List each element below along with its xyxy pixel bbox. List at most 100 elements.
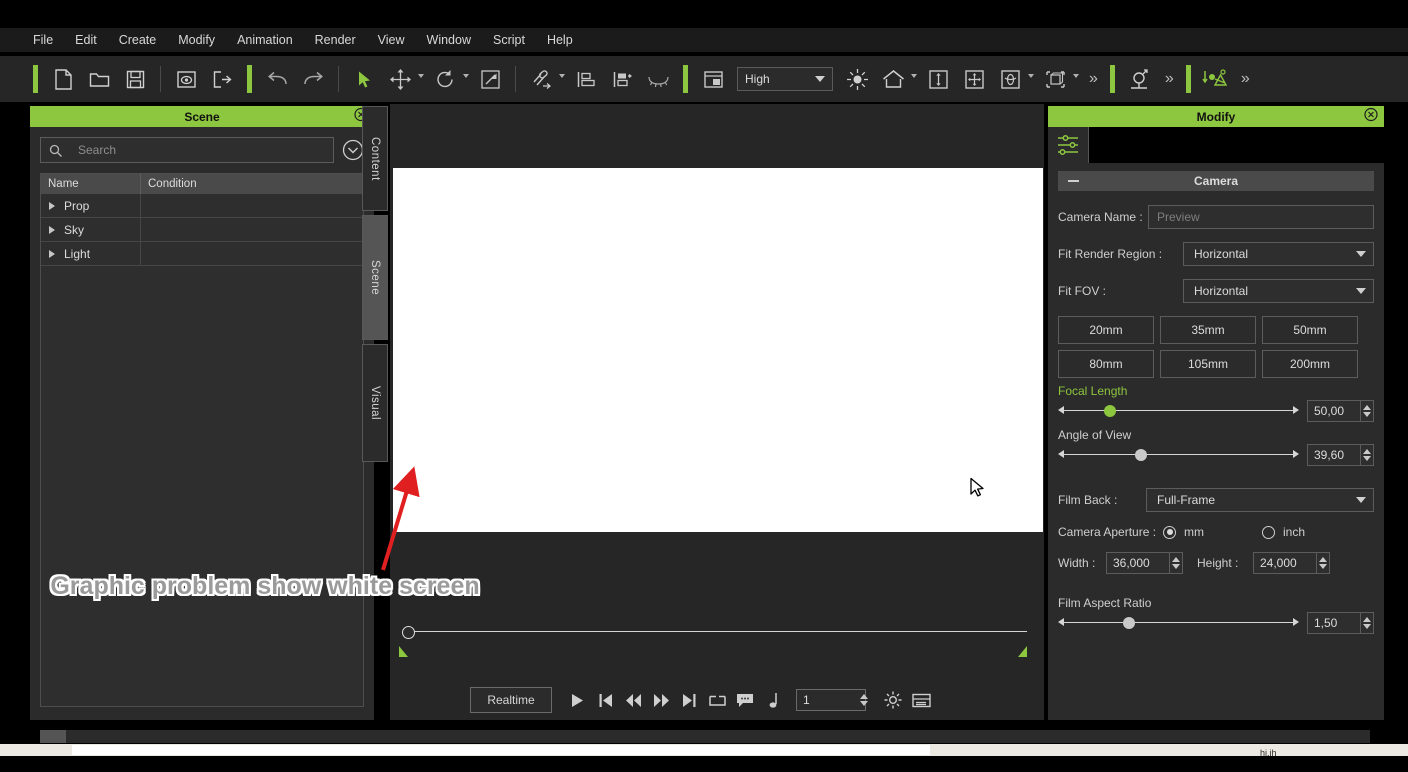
stepper-down-icon[interactable]: [1363, 412, 1371, 417]
aperture-unit-inch-radio[interactable]: [1262, 525, 1275, 539]
focal-preset-35mm[interactable]: 35mm: [1160, 316, 1256, 344]
undo-icon[interactable]: [262, 64, 292, 94]
menu-item-view[interactable]: View: [367, 30, 416, 50]
stepper-up-icon[interactable]: [1363, 617, 1371, 622]
aperture-unit-mm-radio[interactable]: [1163, 525, 1176, 539]
scene-item-light[interactable]: Light: [41, 242, 141, 265]
toolbar-overflow-chevron[interactable]: »: [1082, 70, 1103, 88]
focal-length-input[interactable]: 50,00: [1307, 400, 1361, 422]
expand-triangle-icon[interactable]: [49, 201, 55, 210]
scene-tree-empty-area[interactable]: [40, 266, 364, 707]
rotate-tool-icon[interactable]: [430, 64, 460, 94]
table-row[interactable]: Light: [41, 242, 363, 266]
stepper-up-icon[interactable]: [1319, 557, 1327, 562]
width-stepper[interactable]: [1170, 552, 1183, 574]
scale-tool-icon[interactable]: [475, 64, 505, 94]
select-cursor-icon[interactable]: [349, 64, 379, 94]
menu-item-modify[interactable]: Modify: [167, 30, 226, 50]
link-tool-icon[interactable]: [526, 64, 556, 94]
redo-icon[interactable]: [298, 64, 328, 94]
table-row[interactable]: Sky: [41, 218, 363, 242]
film-aspect-ratio-input[interactable]: 1,50: [1307, 612, 1361, 634]
stepper-down-icon[interactable]: [1319, 564, 1327, 569]
focal-preset-80mm[interactable]: 80mm: [1058, 350, 1154, 378]
menu-item-create[interactable]: Create: [108, 30, 168, 50]
skip-start-icon[interactable]: [592, 688, 618, 712]
tab-attributes[interactable]: [1048, 127, 1089, 163]
scene-item-sky[interactable]: Sky: [41, 218, 141, 241]
height-input[interactable]: 24,000: [1253, 552, 1317, 574]
focal-preset-105mm[interactable]: 105mm: [1160, 350, 1256, 378]
fit-render-region-select[interactable]: Horizontal: [1183, 242, 1374, 266]
move-tool-icon[interactable]: [385, 64, 415, 94]
link-tool-dropdown-caret[interactable]: [557, 73, 566, 85]
stepper-down-icon[interactable]: [1363, 624, 1371, 629]
width-input[interactable]: 36,000: [1106, 552, 1170, 574]
chevron-down-circle-icon[interactable]: [342, 139, 364, 161]
toolbar-overflow-chevron-3[interactable]: »: [1234, 70, 1255, 88]
skip-end-icon[interactable]: [676, 688, 702, 712]
slider-right-arrow-icon[interactable]: [1293, 406, 1299, 414]
pan-icon[interactable]: [959, 64, 989, 94]
search-input[interactable]: Search: [40, 137, 334, 163]
sidebar-item-scene[interactable]: Scene: [362, 215, 388, 340]
camera-name-field[interactable]: Preview: [1148, 205, 1374, 229]
slider-left-arrow-icon[interactable]: [1058, 618, 1064, 626]
rotate-tool-dropdown-caret[interactable]: [461, 73, 470, 85]
settings-gear-icon[interactable]: [880, 688, 906, 712]
rewind-icon[interactable]: [620, 688, 646, 712]
angle-of-view-stepper[interactable]: [1361, 444, 1374, 466]
slider-left-arrow-icon[interactable]: [1058, 450, 1064, 458]
stepper-up-icon[interactable]: [1172, 557, 1180, 562]
toolbar-overflow-chevron-2[interactable]: »: [1158, 70, 1179, 88]
timeline-list-icon[interactable]: [908, 688, 934, 712]
menu-item-edit[interactable]: Edit: [64, 30, 108, 50]
slider-right-arrow-icon[interactable]: [1293, 450, 1299, 458]
open-folder-icon[interactable]: [84, 64, 114, 94]
render-quality-select[interactable]: High: [737, 67, 833, 91]
focal-preset-20mm[interactable]: 20mm: [1058, 316, 1154, 344]
minus-icon[interactable]: [1068, 180, 1079, 182]
viewport-render-canvas[interactable]: [393, 168, 1043, 532]
home-dropdown-caret[interactable]: [909, 73, 918, 85]
play-icon[interactable]: [564, 688, 590, 712]
timeline-scrubber[interactable]: [393, 620, 1043, 670]
menu-item-help[interactable]: Help: [536, 30, 584, 50]
focal-length-slider[interactable]: [1058, 402, 1299, 420]
new-file-icon[interactable]: [48, 64, 78, 94]
loop-range-icon[interactable]: [704, 688, 730, 712]
layout-icon[interactable]: [698, 64, 728, 94]
light-icon[interactable]: [842, 64, 872, 94]
stepper-up-icon[interactable]: [1363, 405, 1371, 410]
timeline-track[interactable]: [407, 631, 1027, 632]
comment-icon[interactable]: [732, 688, 758, 712]
realtime-button[interactable]: Realtime: [470, 687, 552, 713]
film-aspect-ratio-slider-handle[interactable]: [1123, 617, 1136, 629]
height-stepper[interactable]: [1317, 552, 1330, 574]
transform-dropdown-caret[interactable]: [1071, 73, 1080, 85]
vertical-fit-icon[interactable]: [923, 64, 953, 94]
scene-item-prop[interactable]: Prop: [41, 194, 141, 217]
frame-stepper[interactable]: [858, 689, 870, 711]
menu-item-script[interactable]: Script: [482, 30, 536, 50]
film-aspect-ratio-slider[interactable]: [1058, 614, 1299, 632]
preview-icon[interactable]: [171, 64, 201, 94]
column-header-name[interactable]: Name: [41, 174, 141, 194]
music-note-icon[interactable]: [760, 688, 786, 712]
angle-of-view-slider-handle[interactable]: [1135, 449, 1148, 461]
eyelash-icon[interactable]: [643, 64, 673, 94]
home-icon[interactable]: [878, 64, 908, 94]
film-back-select[interactable]: Full-Frame: [1146, 488, 1374, 512]
expand-triangle-icon[interactable]: [49, 225, 55, 234]
move-tool-dropdown-caret[interactable]: [416, 73, 425, 85]
menu-item-render[interactable]: Render: [304, 30, 367, 50]
camera-section-header[interactable]: Camera: [1058, 171, 1374, 191]
stepper-down-icon[interactable]: [1172, 564, 1180, 569]
focal-length-stepper[interactable]: [1361, 400, 1374, 422]
menu-item-window[interactable]: Window: [416, 30, 482, 50]
stepper-up-icon[interactable]: [1363, 449, 1371, 454]
timeline-playhead-handle[interactable]: [402, 626, 415, 639]
column-header-condition[interactable]: Condition: [141, 174, 363, 194]
orbit-icon[interactable]: [995, 64, 1025, 94]
table-row[interactable]: Prop: [41, 194, 363, 218]
